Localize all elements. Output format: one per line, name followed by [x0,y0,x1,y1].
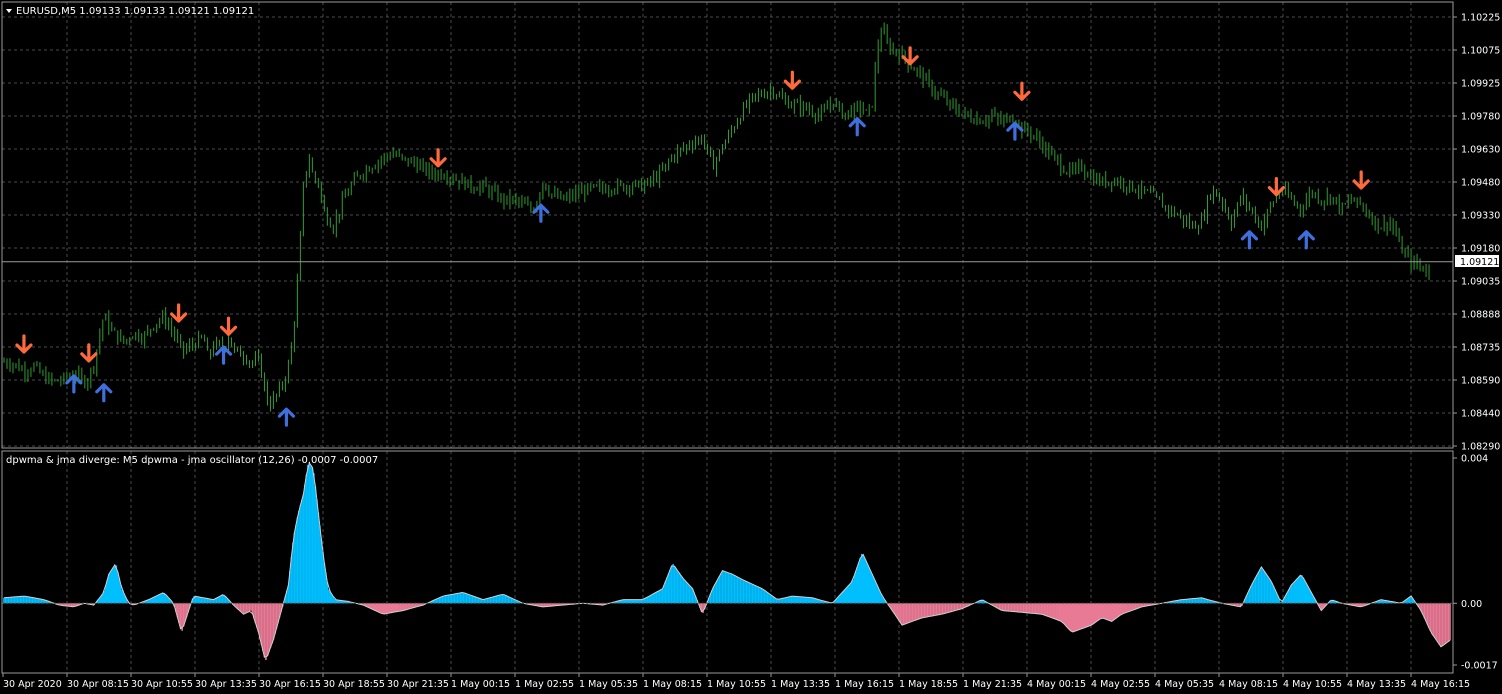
price-tick-label: 1.08590 [1461,376,1500,387]
time-tick-label: 4 May 13:35 [1347,679,1406,690]
time-tick-label: 1 May 00:15 [451,679,510,690]
current-price-label: 1.09121 [1460,257,1499,268]
time-tick-label: 30 Apr 08:15 [67,679,129,690]
time-tick-label: 30 Apr 10:55 [131,679,193,690]
price-tick-label: 1.09925 [1461,79,1500,90]
time-tick-label: 4 May 08:15 [1219,679,1278,690]
time-tick-label: 1 May 13:35 [771,679,830,690]
time-tick-label: 4 May 16:15 [1411,679,1470,690]
time-tick-label: 30 Apr 18:55 [323,679,385,690]
price-tick-label: 1.10075 [1461,46,1500,57]
price-tick-label: 1.08888 [1461,310,1500,321]
time-tick-label: 1 May 10:55 [707,679,766,690]
time-tick-label: 4 May 00:15 [1027,679,1086,690]
time-tick-label: 30 Apr 16:15 [259,679,321,690]
time-tick-label: 1 May 21:35 [963,679,1022,690]
price-tick-label: 1.09480 [1461,178,1500,189]
time-tick-label: 4 May 05:35 [1155,679,1214,690]
time-tick-label: 1 May 18:55 [899,679,958,690]
price-tick-label: 1.08440 [1461,409,1500,420]
time-tick-label: 1 May 16:15 [835,679,894,690]
time-tick-label: 1 May 08:15 [643,679,702,690]
osc-tick-label: 0.00 [1461,599,1482,610]
current-price-tag: 1.09121 [1455,255,1499,268]
time-tick-label: 1 May 02:55 [515,679,574,690]
osc-tick-label: 0.004 [1461,454,1488,465]
price-tick-label: 1.09035 [1461,277,1500,288]
price-tick-label: 1.09180 [1461,244,1500,255]
time-tick-label: 1 May 05:35 [579,679,638,690]
chart-header: EURUSD,M5 1.09133 1.09133 1.09121 1.0912… [6,6,254,17]
price-tick-label: 1.08290 [1461,442,1500,453]
time-tick-label: 30 Apr 13:35 [195,679,257,690]
price-tick-label: 1.08735 [1461,343,1500,354]
time-tick-label: 30 Apr 2020 [3,679,62,690]
osc-tick-label: -0.0017 [1461,661,1498,672]
time-tick-label: 4 May 10:55 [1283,679,1342,690]
price-tick-label: 1.09330 [1461,211,1500,222]
price-tick-label: 1.09780 [1461,112,1500,123]
price-tick-label: 1.10225 [1461,13,1500,24]
time-tick-label: 30 Apr 21:35 [387,679,449,690]
price-tick-label: 1.09630 [1461,145,1500,156]
symbol-header: EURUSD,M5 1.09133 1.09133 1.09121 1.0912… [16,6,254,17]
trading-chart[interactable]: 1.10225 1.10075 1.09925 1.09780 1.09630 1.094… [0,0,1502,694]
time-tick-label: 4 May 02:55 [1091,679,1150,690]
indicator-header: dpwma & jma diverge: M5 dpwma - jma osci… [6,455,378,466]
